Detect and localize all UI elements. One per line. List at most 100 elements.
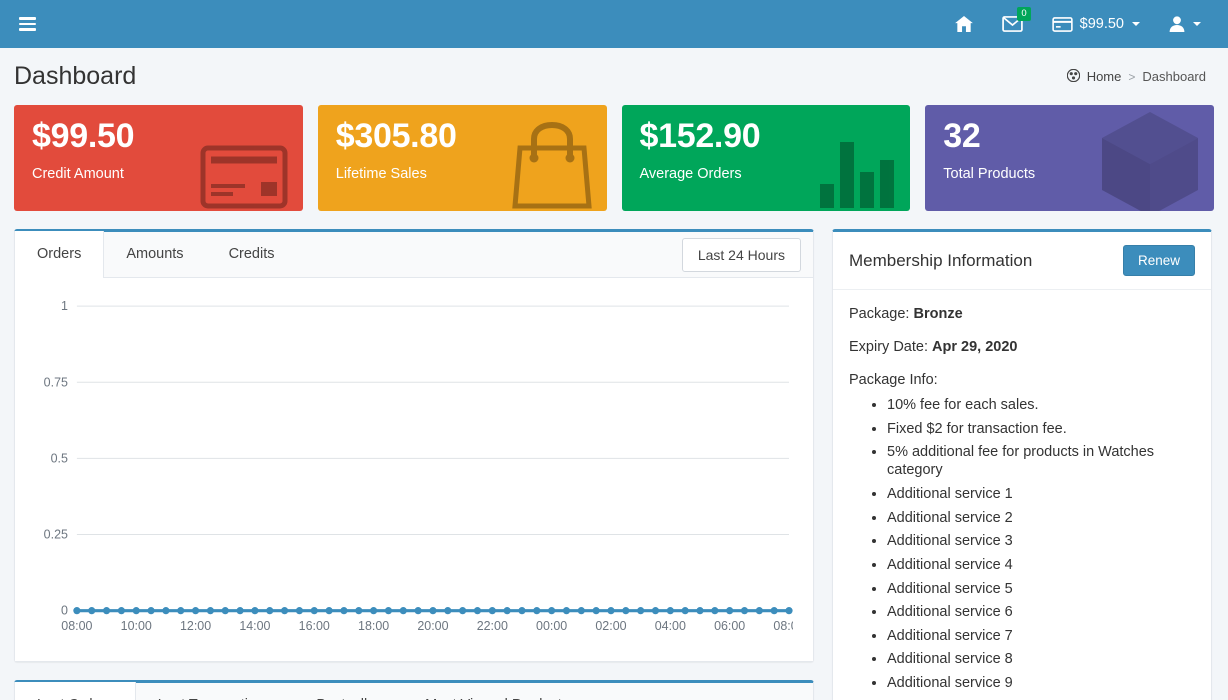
tab-amounts[interactable]: Amounts — [104, 231, 206, 277]
chart-data-point[interactable] — [429, 607, 437, 615]
package-value: Bronze — [913, 306, 963, 322]
chart-data-point[interactable] — [414, 607, 422, 615]
breadcrumb-current: Dashboard — [1142, 69, 1206, 84]
chart-data-point[interactable] — [577, 607, 585, 615]
chart-data-point[interactable] — [117, 607, 125, 615]
tab-last-transactions[interactable]: Last Transactions — [136, 682, 295, 700]
chart-data-point[interactable] — [548, 607, 556, 615]
package-info-item: Additional service 1 — [887, 485, 1195, 503]
chart-data-point[interactable] — [73, 607, 81, 615]
tab-last-orders[interactable]: Last Orders — [15, 682, 136, 700]
chart-data-point[interactable] — [355, 607, 363, 615]
package-info-item: Additional service 5 — [887, 580, 1195, 598]
chart-data-point[interactable] — [518, 607, 526, 615]
cube-icon — [1096, 108, 1204, 211]
hamburger-bar — [18, 28, 36, 31]
chart-data-point[interactable] — [162, 607, 170, 615]
chart-data-point[interactable] — [637, 607, 645, 615]
chart-data-point[interactable] — [191, 607, 200, 615]
bottom-tabs-panel: Last Orders Last Transactions Bestseller… — [14, 680, 814, 700]
package-info-item: Fixed $2 for transaction fee. — [887, 420, 1195, 438]
right-column: Membership Information Renew Package: Br… — [832, 229, 1212, 700]
chart-data-point[interactable] — [266, 607, 274, 615]
chart-data-point[interactable] — [251, 607, 259, 615]
chart-data-point[interactable] — [503, 607, 511, 615]
chart-data-point[interactable] — [177, 607, 185, 615]
tab-credits[interactable]: Credits — [207, 231, 298, 277]
chart-data-point[interactable] — [740, 607, 749, 615]
chart-data-point[interactable] — [340, 607, 348, 615]
chart-data-point[interactable] — [533, 607, 541, 615]
chart-panel: Orders Amounts Credits Last 24 Hours 0 0.… — [14, 229, 814, 662]
package-info-item: Additional service 2 — [887, 509, 1195, 527]
chart-data-point[interactable] — [696, 607, 704, 615]
stat-card-average-orders[interactable]: $152.90 Average Orders — [621, 105, 911, 211]
chart-data-point[interactable] — [310, 607, 318, 615]
orders-line-chart[interactable]: 0 0.25 0.5 0.75 1 08:00 10:00 12:00 14:00 16:00 18… — [35, 296, 793, 649]
chart-data-point[interactable] — [651, 607, 660, 615]
chart-data-point[interactable] — [770, 607, 778, 615]
chart-data-point[interactable] — [622, 607, 630, 615]
chart-data-point[interactable] — [473, 607, 482, 615]
chart-data-point[interactable] — [459, 607, 467, 615]
chart-data-point[interactable] — [726, 607, 734, 615]
menu-toggle-icon[interactable] — [10, 7, 44, 41]
user-icon — [1169, 16, 1185, 32]
hamburger-bar — [18, 22, 36, 26]
y-axis-tick-label: 0.5 — [51, 451, 68, 465]
breadcrumb: Home > Dashboard — [1066, 68, 1206, 85]
breadcrumb-home-link[interactable]: Home — [1087, 69, 1122, 84]
tab-orders[interactable]: Orders — [15, 231, 105, 278]
package-info-label: Package Info: — [849, 372, 938, 388]
chart-data-point[interactable] — [147, 607, 155, 615]
chart-data-point[interactable] — [399, 607, 407, 615]
x-axis-tick-label: 18:00 — [358, 619, 389, 633]
chart-data-point[interactable] — [384, 607, 393, 615]
chart-data-point[interactable] — [785, 607, 793, 615]
stat-card-credit-amount[interactable]: $99.50 Credit Amount — [14, 105, 303, 211]
chart-data-point[interactable] — [221, 607, 229, 615]
chart-data-point[interactable] — [666, 607, 674, 615]
chart-data-point[interactable] — [444, 607, 452, 615]
chart-data-point[interactable] — [295, 607, 304, 615]
chart-data-point[interactable] — [206, 607, 215, 615]
stat-card-lifetime-sales[interactable]: $305.80 Lifetime Sales — [317, 105, 607, 211]
chart-data-point[interactable] — [236, 607, 244, 615]
chart-data-point[interactable] — [755, 607, 763, 615]
chart-data-point[interactable] — [711, 607, 719, 615]
chart-data-point[interactable] — [592, 607, 600, 615]
chart-data-point[interactable] — [607, 607, 615, 615]
tab-bestseller[interactable]: Bestseller — [294, 682, 403, 700]
y-axis-tick-label: 0 — [61, 604, 68, 618]
content-row: Orders Amounts Credits Last 24 Hours 0 0.… — [0, 211, 1228, 700]
home-icon — [954, 16, 973, 32]
date-range-button[interactable]: Last 24 Hours — [681, 238, 801, 272]
chart-data-point[interactable] — [88, 607, 96, 615]
nav-messages-button[interactable]: 0 — [989, 0, 1036, 48]
stat-card-total-products[interactable]: 32 Total Products — [925, 105, 1214, 211]
chart-data-point[interactable] — [281, 607, 289, 615]
package-info-item: Additional service 7 — [887, 627, 1195, 645]
package-line: Package: Bronze — [849, 306, 1195, 322]
chart-data-point[interactable] — [370, 607, 378, 615]
chart-data-point[interactable] — [681, 607, 689, 615]
nav-user-button[interactable] — [1156, 0, 1214, 48]
x-axis-tick-label: 08:00 — [773, 619, 793, 633]
chart-data-point[interactable] — [562, 607, 571, 615]
chart-data-point[interactable] — [102, 607, 111, 615]
x-axis-tick-label: 20:00 — [417, 619, 448, 633]
chart-body: 0 0.25 0.5 0.75 1 08:00 10:00 12:00 14:00 16:00 18… — [15, 278, 813, 661]
chart-data-point[interactable] — [325, 607, 333, 615]
x-axis-tick-label: 14:00 — [239, 619, 270, 633]
package-info-item: Additional service 8 — [887, 650, 1195, 668]
chart-tab-strip: Orders Amounts Credits Last 24 Hours — [15, 231, 813, 278]
package-info-item: 5% additional fee for products in Watche… — [887, 443, 1195, 479]
nav-balance-button[interactable]: $99.50 — [1039, 0, 1153, 48]
nav-home-button[interactable] — [942, 0, 986, 48]
tab-most-viewed-products[interactable]: Most Viewed Products — [403, 682, 592, 700]
chart-data-point[interactable] — [488, 607, 496, 615]
chart-data-point[interactable] — [132, 607, 140, 615]
membership-panel-body: Package: Bronze Expiry Date: Apr 29, 202… — [833, 290, 1211, 700]
top-navbar: 0 $99.50 — [0, 0, 1228, 48]
renew-button[interactable]: Renew — [1122, 245, 1195, 276]
